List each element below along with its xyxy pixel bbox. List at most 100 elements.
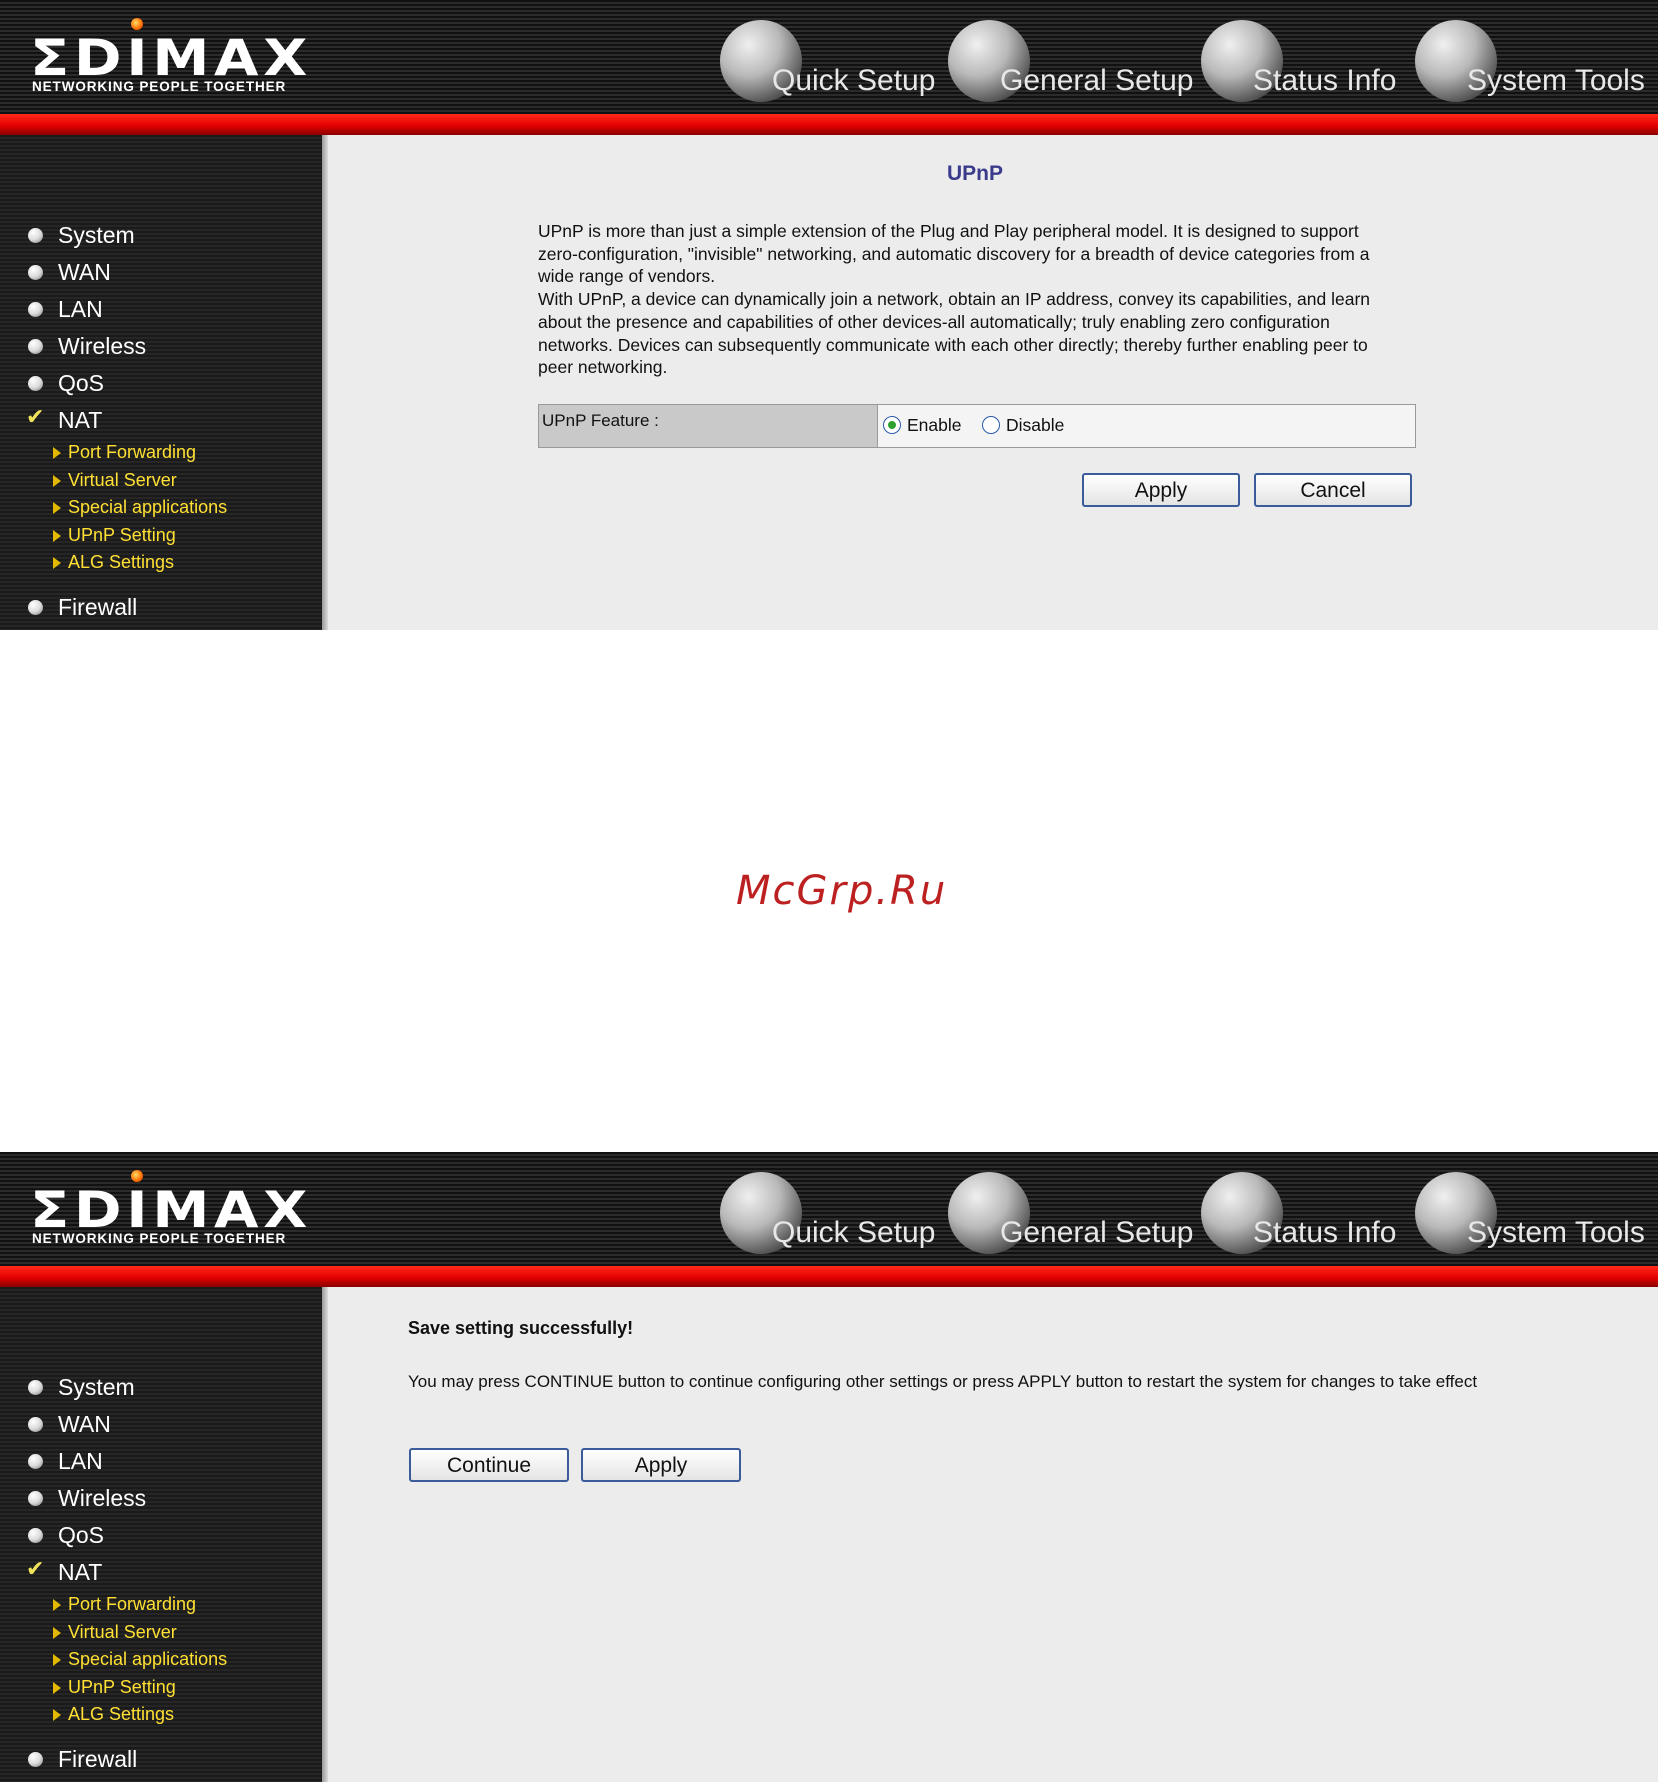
nav-label: General Setup — [1000, 1216, 1194, 1249]
screenshot-save-success: ΣDIMAX NETWORKING PEOPLE TOGETHER Quick … — [0, 1152, 1658, 1782]
bullet-icon — [28, 376, 43, 391]
sidebar-item-wireless[interactable]: Wireless — [28, 1480, 227, 1517]
sidebar-subitem-virtual-server[interactable]: Virtual Server — [28, 467, 227, 495]
sidebar-item-qos[interactable]: QoS — [28, 1517, 227, 1554]
nav-label: System Tools — [1467, 1216, 1645, 1249]
sidebar-subitem-label: Virtual Server — [68, 1621, 177, 1642]
sidebar-item-wireless[interactable]: Wireless — [28, 328, 227, 365]
logo-tagline: NETWORKING PEOPLE TOGETHER — [32, 79, 287, 94]
edimax-logo: ΣDIMAX NETWORKING PEOPLE TOGETHER — [30, 1170, 307, 1255]
sidebar-item-label: Firewall — [58, 1745, 138, 1772]
logo-dot-icon — [131, 18, 143, 30]
upnp-feature-row: UPnP Feature : Enable Disable — [538, 404, 1416, 448]
arrow-right-icon — [53, 447, 61, 459]
save-success-title: Save setting successfully! — [408, 1318, 634, 1338]
header-red-bar — [0, 114, 1658, 135]
bullet-icon — [28, 1528, 43, 1543]
sidebar-item-label: Firewall — [58, 593, 138, 620]
disable-label[interactable]: Disable — [1006, 415, 1064, 436]
logo-dot-icon — [131, 1170, 143, 1182]
sidebar-item-wan[interactable]: WAN — [28, 254, 227, 291]
sidebar-item-label: NAT — [58, 407, 103, 433]
sidebar-subitem-label: UPnP Setting — [68, 1676, 176, 1697]
sidebar-subitem-port-forwarding[interactable]: Port Forwarding — [28, 1591, 227, 1619]
continue-button[interactable]: Continue — [409, 1448, 569, 1482]
nav-label: Status Info — [1253, 64, 1397, 97]
sidebar-subitem-upnp-setting[interactable]: UPnP Setting — [28, 1674, 227, 1702]
watermark-text: McGrp.Ru — [736, 868, 948, 914]
arrow-right-icon — [53, 502, 61, 514]
bullet-icon — [28, 1454, 43, 1469]
sidebar-item-label: System — [58, 222, 135, 248]
sidebar-subitem-alg-settings[interactable]: ALG Settings — [28, 1701, 227, 1729]
arrow-right-icon — [53, 1709, 61, 1721]
arrow-right-icon — [53, 1626, 61, 1639]
sidebar-item-label: WAN — [58, 1411, 111, 1437]
upnp-feature-label: UPnP Feature : — [539, 405, 878, 447]
header: ΣDIMAX NETWORKING PEOPLE TOGETHER Quick … — [0, 1152, 1658, 1287]
header: ΣDIMAX NETWORKING PEOPLE TOGETHER Quick … — [0, 0, 1658, 135]
arrow-right-icon — [53, 557, 61, 569]
sidebar-item-label: WAN — [58, 259, 111, 285]
sidebar-item-label: QoS — [58, 1522, 105, 1548]
apply-button[interactable]: Apply — [581, 1448, 741, 1482]
sidebar-subitem-special-applications[interactable]: Special applications — [28, 494, 227, 522]
upnp-description: UPnP is more than just a simple extensio… — [538, 220, 1398, 379]
bullet-icon — [28, 599, 43, 615]
sidebar-subitem-alg-settings[interactable]: ALG Settings — [28, 549, 227, 577]
menu-gap — [28, 1729, 227, 1741]
checkmark-icon: ✔ — [26, 404, 45, 429]
sidebar-item-label: LAN — [58, 1448, 103, 1474]
bullet-icon — [28, 339, 43, 354]
sidebar-subitem-label: ALG Settings — [68, 1704, 175, 1724]
arrow-right-icon — [53, 1681, 61, 1694]
enable-label[interactable]: Enable — [907, 415, 962, 436]
disable-radio[interactable] — [982, 416, 1000, 434]
header-red-bar — [0, 1266, 1658, 1287]
nav-label: System Tools — [1467, 64, 1645, 97]
sidebar-item-firewall[interactable]: Firewall — [28, 589, 227, 626]
checkmark-icon: ✔ — [26, 1556, 45, 1581]
sidebar-item-lan[interactable]: LAN — [28, 291, 227, 328]
sidebar-item-qos[interactable]: QoS — [28, 365, 227, 402]
bullet-icon — [28, 1751, 43, 1767]
sidebar-subitem-virtual-server[interactable]: Virtual Server — [28, 1619, 227, 1647]
sidebar-item-lan[interactable]: LAN — [28, 1443, 227, 1480]
description-paragraph: UPnP is more than just a simple extensio… — [538, 221, 1370, 287]
sidebar-item-label: QoS — [58, 370, 105, 396]
bullet-icon — [28, 302, 43, 317]
sidebar-item-system[interactable]: System — [28, 1369, 227, 1406]
sidebar-edge — [322, 1287, 328, 1782]
sidebar-item-label: LAN — [58, 296, 103, 322]
sidebar-subitem-label: ALG Settings — [68, 552, 175, 572]
sidebar-subitem-label: Port Forwarding — [68, 442, 197, 462]
description-paragraph: With UPnP, a device can dynamically join… — [538, 289, 1371, 378]
sidebar-subitem-port-forwarding[interactable]: Port Forwarding — [28, 439, 227, 467]
enable-radio[interactable] — [883, 416, 901, 434]
sidebar-subitem-special-applications[interactable]: Special applications — [28, 1646, 227, 1674]
bullet-icon — [28, 1417, 43, 1432]
arrow-right-icon — [53, 474, 61, 487]
apply-button[interactable]: Apply — [1082, 473, 1240, 507]
sidebar-menu: System WAN LAN Wireless QoS ✔ NAT Port Fo… — [26, 1369, 227, 1778]
arrow-right-icon — [53, 1654, 61, 1666]
edimax-logo: ΣDIMAX NETWORKING PEOPLE TOGETHER — [30, 18, 307, 103]
bullet-icon — [28, 265, 43, 280]
sidebar-item-label: System — [58, 1374, 135, 1400]
sidebar-item-system[interactable]: System — [28, 217, 227, 254]
sidebar-subitem-upnp-setting[interactable]: UPnP Setting — [28, 522, 227, 550]
sidebar-item-label: Wireless — [58, 1485, 147, 1511]
sidebar-item-nat[interactable]: ✔ NAT — [26, 402, 227, 439]
sidebar-item-label: NAT — [58, 1559, 103, 1585]
nav-label: General Setup — [1000, 64, 1194, 97]
screenshot-upnp: ΣDIMAX NETWORKING PEOPLE TOGETHER Quick … — [0, 0, 1658, 630]
sidebar-item-nat[interactable]: ✔ NAT — [26, 1554, 227, 1591]
sidebar-item-wan[interactable]: WAN — [28, 1406, 227, 1443]
bullet-icon — [28, 228, 43, 243]
nav-label: Quick Setup — [772, 1216, 936, 1249]
sidebar-menu: System WAN LAN Wireless QoS ✔ NAT Port Fo… — [26, 217, 227, 626]
cancel-button[interactable]: Cancel — [1254, 473, 1412, 507]
sidebar-item-firewall[interactable]: Firewall — [28, 1741, 227, 1778]
nav-label: Status Info — [1253, 1216, 1397, 1249]
sidebar-subitem-label: Port Forwarding — [68, 1594, 197, 1614]
